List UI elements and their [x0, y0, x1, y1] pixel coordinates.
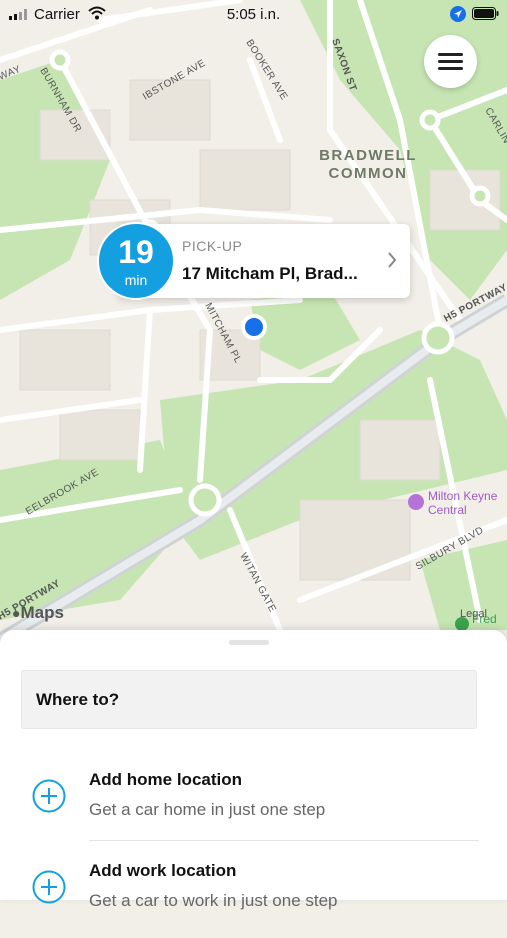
clock: 5:05 i.n.: [226, 6, 281, 23]
list-item-title: Add home location: [89, 770, 242, 789]
sheet-grabber[interactable]: [229, 640, 269, 645]
area-label: BRADWELL: [319, 147, 417, 164]
poi-label: Milton Keyne: [428, 489, 498, 503]
chevron-right-icon: [388, 252, 397, 268]
area-label: COMMON: [329, 165, 408, 182]
search-placeholder: Where to?: [36, 690, 120, 709]
pickup-address: 17 Mitcham Pl, Brad...: [182, 264, 358, 283]
add-home-location-item[interactable]: Add home location Get a car home in just…: [0, 759, 507, 847]
location-services-icon: [450, 6, 466, 22]
destination-search[interactable]: Where to?: [21, 670, 477, 729]
menu-button[interactable]: [424, 35, 477, 88]
divider: [89, 840, 479, 841]
eta-badge: 19 min: [97, 222, 175, 300]
add-work-location-item[interactable]: Add work location Get a car to work in j…: [0, 850, 507, 938]
hamburger-icon: [438, 53, 463, 56]
battery-icon: [472, 7, 499, 20]
map-view[interactable]: WAY BURNHAM DR IBSTONE AVE BOOKER AVE SA…: [0, 0, 507, 660]
eta-unit: min: [124, 272, 148, 288]
add-circle-icon: [32, 779, 66, 813]
pickup-label: PICK-UP: [182, 238, 243, 254]
maps-attribution: ●Maps: [12, 603, 64, 622]
status-bar: Carrier 5:05 i.n.: [0, 0, 507, 28]
legal-link[interactable]: Legal: [460, 608, 487, 620]
list-item-title: Add work location: [89, 861, 237, 880]
list-item-subtitle: Get a car to work in just one step: [89, 891, 338, 910]
bottom-sheet[interactable]: Where to? Add home location Get a car ho…: [0, 630, 507, 910]
poi-marker[interactable]: [408, 494, 424, 510]
eta-value: 19: [118, 234, 154, 270]
poi-label: Central: [428, 503, 467, 517]
list-item-subtitle: Get a car home in just one step: [89, 800, 326, 819]
add-circle-icon: [32, 870, 66, 904]
